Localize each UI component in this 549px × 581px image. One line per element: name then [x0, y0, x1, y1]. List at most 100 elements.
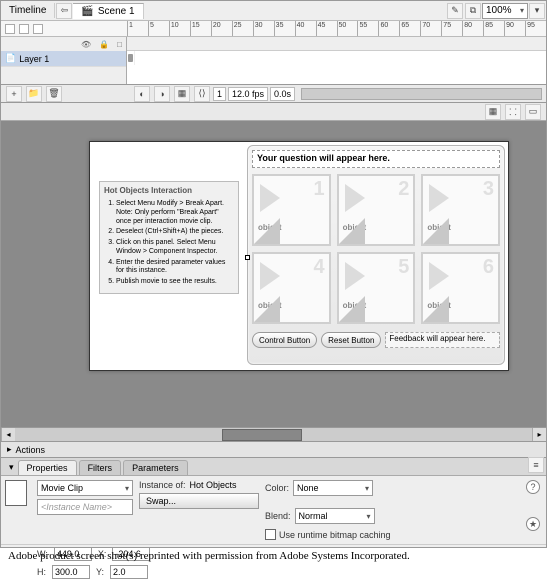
- question-field[interactable]: Your question will appear here.: [252, 150, 500, 168]
- timeline-tab[interactable]: Timeline: [1, 3, 55, 18]
- instance-of-value: Hot Objects: [190, 480, 237, 490]
- lock-icon[interactable]: [19, 24, 29, 34]
- snap-icon[interactable]: ⸬: [505, 104, 521, 120]
- swap-button[interactable]: Swap...: [139, 493, 259, 509]
- arrow-icon: [429, 184, 449, 212]
- fps-field: 12.0 fps: [228, 87, 268, 101]
- blend-dropdown[interactable]: Normal▾: [295, 508, 375, 524]
- page-fold-icon: [423, 218, 449, 244]
- selection-handle[interactable]: [245, 255, 250, 260]
- scroll-left-icon[interactable]: ◂: [1, 428, 15, 441]
- reset-button[interactable]: Reset Button: [321, 332, 381, 348]
- edit-symbol-icon[interactable]: ⧉: [465, 3, 481, 19]
- properties-panel: ▾ Properties Filters Parameters ≡ Movie …: [1, 457, 546, 547]
- scroll-thumb[interactable]: [222, 429, 302, 441]
- dropdown-icon[interactable]: ▾: [529, 3, 545, 19]
- object-cell[interactable]: 5object: [337, 252, 416, 324]
- quiz-component[interactable]: Your question will appear here. 1object2…: [247, 145, 505, 365]
- ruler-tick: 20: [211, 21, 232, 37]
- ruler-tick: 80: [462, 21, 483, 37]
- tab-properties[interactable]: Properties: [18, 460, 77, 475]
- back-nav-icon[interactable]: ⇦: [56, 3, 72, 19]
- ruler-tick: 95: [525, 21, 546, 37]
- instructions-panel[interactable]: Hot Objects Interaction Select Menu Modi…: [99, 181, 239, 294]
- ruler-tick: 55: [357, 21, 378, 37]
- bitmap-cache-checkbox[interactable]: [265, 529, 276, 540]
- tab-filters[interactable]: Filters: [79, 460, 122, 475]
- ruler-tick: 35: [274, 21, 295, 37]
- current-frame: 1: [213, 87, 226, 101]
- instance-name-placeholder: <Instance Name>: [41, 502, 112, 512]
- scene-icon: 🎬: [81, 6, 93, 17]
- timeline-scroll[interactable]: [301, 88, 542, 100]
- layer-panel: 👁🔒□ 📄 Layer 1: [1, 37, 546, 85]
- layer-header: 👁🔒□: [1, 37, 126, 51]
- object-cell[interactable]: 2object: [337, 174, 416, 246]
- grid-icon[interactable]: ▦: [485, 104, 501, 120]
- time-field: 0.0s: [270, 87, 295, 101]
- ruler-tick: 85: [483, 21, 504, 37]
- arrow-icon: [429, 262, 449, 290]
- expand-icon[interactable]: ▸: [7, 444, 12, 455]
- keyframe[interactable]: [127, 51, 135, 65]
- view-icon[interactable]: ▭: [525, 104, 541, 120]
- frame-row[interactable]: [127, 51, 546, 67]
- timeline-ruler: 15101520253035404550556065707580859095: [1, 21, 546, 37]
- expand-prop-icon[interactable]: ▾: [5, 460, 18, 475]
- onion-outline-icon[interactable]: ◑: [154, 86, 170, 102]
- tab-parameters[interactable]: Parameters: [123, 460, 188, 475]
- zoom-dropdown[interactable]: 100%▾: [482, 3, 528, 19]
- y-input[interactable]: 2.0: [110, 565, 148, 579]
- control-button[interactable]: Control Button: [252, 332, 317, 348]
- page-fold-icon: [339, 218, 365, 244]
- object-cell[interactable]: 4object: [252, 252, 331, 324]
- layer-name: Layer 1: [19, 54, 49, 64]
- ruler-tick: 45: [316, 21, 337, 37]
- info-icon[interactable]: ★: [526, 517, 540, 531]
- h-input[interactable]: 300.0: [52, 565, 90, 579]
- arrow-icon: [345, 184, 365, 212]
- help-icon[interactable]: ?: [526, 480, 540, 494]
- scene-tab[interactable]: 🎬 Scene 1: [73, 3, 143, 19]
- arrow-icon: [345, 262, 365, 290]
- object-cell[interactable]: 6object: [421, 252, 500, 324]
- ruler-tick: 60: [378, 21, 399, 37]
- delete-layer-icon[interactable]: 🗑: [46, 86, 62, 102]
- cell-number: 3: [483, 178, 494, 201]
- instruction-step: Publish movie to see the results.: [116, 278, 234, 287]
- timeline-status-bar: + 📁 🗑 ◐ ◑ ▦ ⟨⟩ 1 12.0 fps 0.0s: [1, 85, 546, 103]
- ruler-tick: 70: [420, 21, 441, 37]
- ruler-tick: 25: [232, 21, 253, 37]
- new-layer-icon[interactable]: +: [6, 86, 22, 102]
- panel-menu-icon[interactable]: ≡: [528, 457, 544, 473]
- actions-panel-header[interactable]: ▸ Actions: [1, 441, 546, 457]
- outline-icon[interactable]: [33, 24, 43, 34]
- instructions-list: Select Menu Modify > Break Apart. Note: …: [104, 200, 234, 287]
- arrow-icon: [260, 262, 280, 290]
- symbol-type-dropdown[interactable]: Movie Clip▾: [37, 480, 133, 496]
- ruler-tick: 1: [127, 21, 148, 37]
- onion-icon[interactable]: ◐: [134, 86, 150, 102]
- edit-scene-icon[interactable]: ✎: [447, 3, 463, 19]
- object-grid: 1object2object3object 4object5object6obje…: [252, 174, 500, 324]
- horizontal-scrollbar[interactable]: ◂ ▸: [1, 427, 546, 441]
- onion-markers-icon[interactable]: ⟨⟩: [194, 86, 210, 102]
- edit-multi-icon[interactable]: ▦: [174, 86, 190, 102]
- zoom-value: 100%: [486, 5, 512, 16]
- new-folder-icon[interactable]: 📁: [26, 86, 42, 102]
- object-cell[interactable]: 3object: [421, 174, 500, 246]
- cell-number: 1: [314, 178, 325, 201]
- scene-tab-label: Scene 1: [98, 6, 135, 17]
- canvas-area: ▦ ⸬ ▭ Hot Objects Interaction Select Men…: [1, 103, 546, 441]
- feedback-field[interactable]: Feedback will appear here.: [385, 332, 500, 348]
- object-cell[interactable]: 1object: [252, 174, 331, 246]
- ruler-tick: 50: [337, 21, 358, 37]
- color-dropdown[interactable]: None▾: [293, 480, 373, 496]
- cell-number: 5: [398, 256, 409, 279]
- scroll-right-icon[interactable]: ▸: [532, 428, 546, 441]
- layer-row[interactable]: 📄 Layer 1: [1, 51, 126, 67]
- instance-name-input[interactable]: <Instance Name>: [37, 499, 133, 515]
- color-value: None: [297, 483, 319, 493]
- eye-icon[interactable]: [5, 24, 15, 34]
- instructions-title: Hot Objects Interaction: [104, 186, 234, 196]
